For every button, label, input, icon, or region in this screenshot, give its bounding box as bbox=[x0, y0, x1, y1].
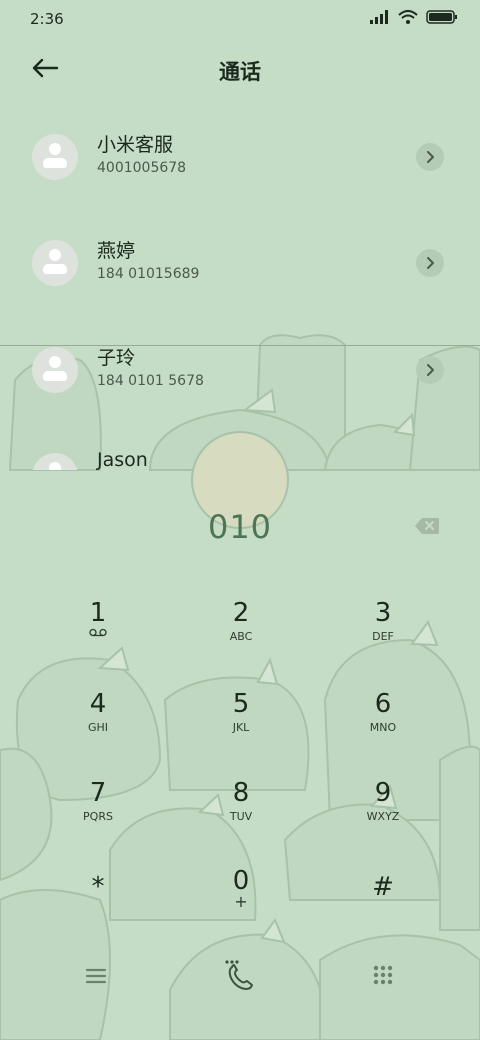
key-digit: 5 bbox=[232, 689, 250, 719]
menu-icon[interactable] bbox=[84, 966, 108, 986]
key-digit: 3 bbox=[374, 598, 392, 628]
key-3[interactable]: 3 DEF bbox=[328, 598, 438, 668]
contacts-list[interactable]: 小米客服 4001005678 燕婷 184 01015689 子玲 184 0… bbox=[0, 0, 480, 470]
key-5[interactable]: 5 JKL bbox=[186, 689, 296, 759]
key-4[interactable]: 4 GHI bbox=[43, 689, 153, 759]
key-0[interactable]: 0 + bbox=[186, 866, 296, 936]
contact-number: 4001005678 bbox=[97, 160, 187, 176]
dialed-number: 010 bbox=[207, 508, 273, 546]
voicemail-icon bbox=[89, 628, 107, 637]
key-letters: DEF bbox=[372, 630, 394, 643]
key-9[interactable]: 9 WXYZ bbox=[328, 778, 438, 848]
key-hash[interactable]: # bbox=[328, 872, 438, 942]
key-8[interactable]: 8 TUV bbox=[186, 778, 296, 848]
key-letters: ABC bbox=[229, 630, 253, 643]
key-letters: WXYZ bbox=[366, 810, 400, 823]
contact-name: 燕婷 bbox=[97, 240, 136, 262]
key-letters: + bbox=[234, 892, 248, 911]
key-digit: 2 bbox=[232, 598, 250, 628]
chevron-right-icon[interactable] bbox=[416, 143, 444, 171]
key-letters: GHI bbox=[87, 721, 109, 734]
key-digit: * bbox=[91, 872, 105, 902]
backspace-icon[interactable] bbox=[414, 517, 440, 535]
contact-row[interactable]: 子玲 184 0101 5678 bbox=[0, 347, 480, 437]
key-letters: TUV bbox=[229, 810, 253, 823]
key-7[interactable]: 7 PQRS bbox=[43, 778, 153, 848]
avatar bbox=[32, 453, 78, 470]
contact-number: 184 0101 5678 bbox=[97, 373, 204, 389]
key-digit: 6 bbox=[374, 689, 392, 719]
contact-row[interactable]: Jason bbox=[0, 449, 480, 470]
contact-name: 子玲 bbox=[97, 347, 136, 369]
key-digit: 8 bbox=[232, 778, 250, 808]
chevron-right-icon[interactable] bbox=[416, 356, 444, 384]
key-digit: 1 bbox=[89, 598, 107, 628]
avatar bbox=[32, 347, 78, 393]
contact-name: Jason bbox=[97, 449, 148, 470]
contact-row[interactable]: 小米客服 4001005678 bbox=[0, 134, 480, 224]
contact-row[interactable]: 燕婷 184 01015689 bbox=[0, 240, 480, 330]
contact-name: 小米客服 bbox=[97, 134, 174, 156]
key-digit: 9 bbox=[374, 778, 392, 808]
key-digit: # bbox=[372, 872, 394, 902]
key-2[interactable]: 2 ABC bbox=[186, 598, 296, 668]
key-1[interactable]: 1 bbox=[43, 598, 153, 668]
dialpad-icon[interactable] bbox=[372, 964, 394, 986]
avatar bbox=[32, 240, 78, 286]
key-digit: 7 bbox=[89, 778, 107, 808]
key-letters: MNO bbox=[369, 721, 397, 734]
phone-call-icon[interactable] bbox=[222, 958, 258, 994]
key-6[interactable]: 6 MNO bbox=[328, 689, 438, 759]
avatar bbox=[32, 134, 78, 180]
chevron-right-icon[interactable] bbox=[416, 249, 444, 277]
key-digit: 4 bbox=[89, 689, 107, 719]
key-letters: PQRS bbox=[83, 810, 113, 823]
key-star[interactable]: * bbox=[43, 872, 153, 942]
key-letters: JKL bbox=[232, 721, 250, 734]
contact-number: 184 01015689 bbox=[97, 266, 200, 282]
divider bbox=[0, 345, 480, 346]
